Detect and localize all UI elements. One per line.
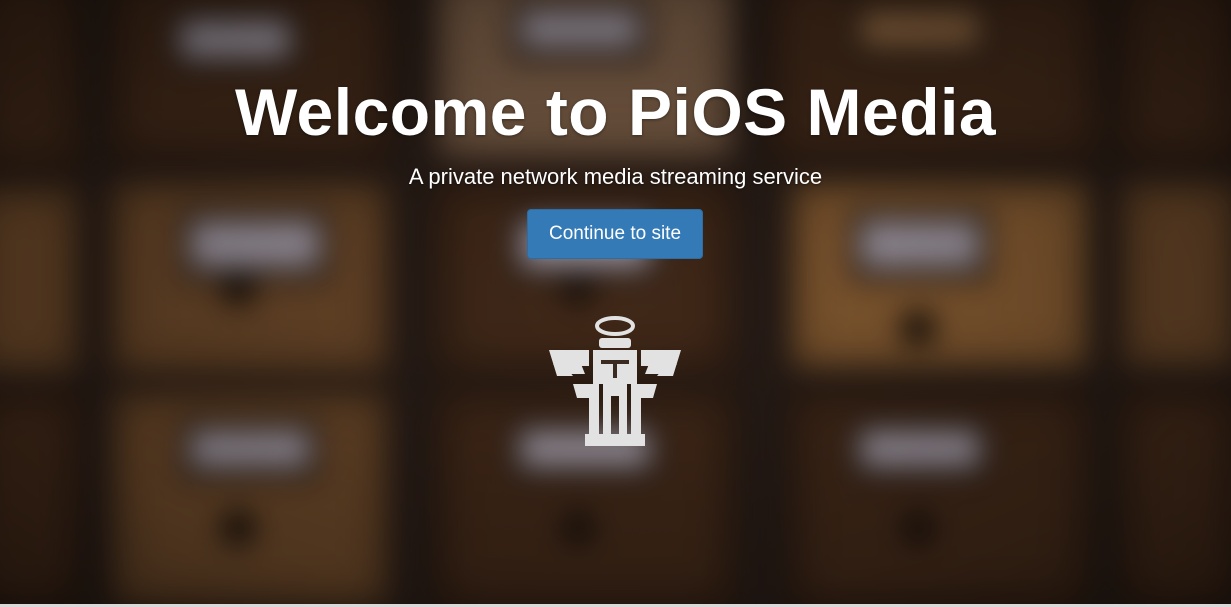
page-subtitle: A private network media streaming servic… [408, 164, 823, 189]
page-title: Welcome to PiOS Media [234, 75, 997, 149]
pios-logo-icon [549, 316, 681, 446]
continue-button[interactable]: Continue to site [527, 209, 703, 259]
